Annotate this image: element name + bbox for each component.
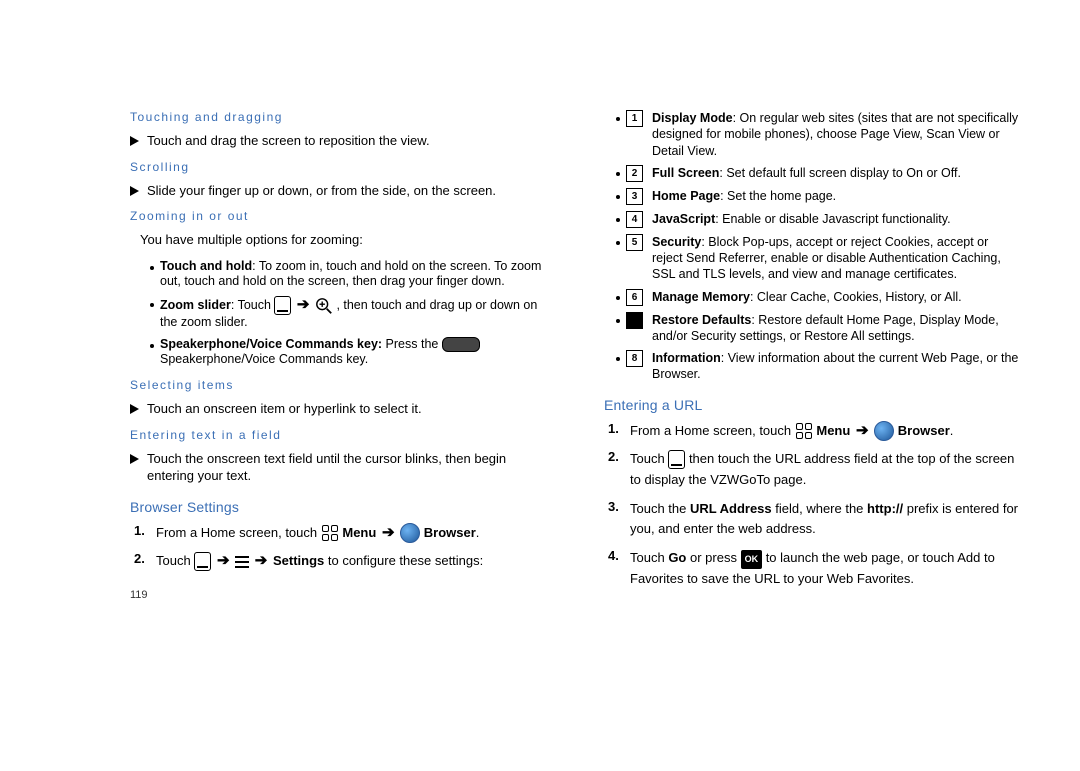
text: Slide your finger up or down, or from th…: [147, 182, 546, 200]
arrow-icon: [130, 136, 139, 146]
text: From a Home screen, touch Menu ➔ Browser…: [156, 523, 546, 544]
para-entering-text: Touch the onscreen text field until the …: [130, 450, 546, 485]
heading-touching-dragging: Touching and dragging: [130, 110, 546, 124]
setting-security: 5 Security: Block Pop-ups, accept or rej…: [616, 234, 1020, 283]
setting-manage-memory: 6 Manage Memory: Clear Cache, Cookies, H…: [616, 289, 1020, 306]
setting-javascript: 4 JavaScript: Enable or disable Javascri…: [616, 211, 1020, 228]
arrow-right-icon: ➔: [217, 552, 230, 569]
menu-grid-icon: [321, 524, 339, 542]
menu-grid-icon: [795, 422, 813, 440]
setting-restore-defaults: Restore Defaults: Restore default Home P…: [616, 312, 1020, 345]
zoom-touch-hold: Touch and hold: To zoom in, touch and ho…: [150, 259, 546, 290]
key-2-icon: 2: [626, 165, 643, 182]
bullet-icon: [616, 357, 620, 361]
url-step2: 2. Touch then touch the URL address fiel…: [608, 449, 1020, 491]
bullet-icon: [616, 117, 620, 121]
key-4-icon: 4: [626, 211, 643, 228]
right-column: 1 Display Mode: On regular web sites (si…: [604, 110, 1020, 601]
text: Touch the onscreen text field until the …: [147, 450, 546, 485]
page-content: Touching and dragging Touch and drag the…: [0, 0, 1080, 621]
heading-scrolling: Scrolling: [130, 160, 546, 174]
step-number: 1.: [608, 421, 624, 436]
bullet-icon: [616, 172, 620, 176]
bullet-icon: [150, 303, 154, 307]
step-number: 3.: [608, 499, 624, 514]
step-number: 2.: [134, 551, 150, 566]
key-3-icon: 3: [626, 188, 643, 205]
setting-full-screen: 2 Full Screen: Set default full screen d…: [616, 165, 1020, 182]
settings-list: 1 Display Mode: On regular web sites (si…: [616, 110, 1020, 383]
key-black-icon: [626, 312, 643, 329]
heading-entering-url: Entering a URL: [604, 397, 1020, 413]
bullet-icon: [616, 319, 620, 323]
setting-information: 8 Information: View information about th…: [616, 350, 1020, 383]
text: Touch then touch the URL address field a…: [630, 449, 1020, 491]
key-6-icon: 6: [626, 289, 643, 306]
globe-icon: [400, 523, 420, 543]
text: Speakerphone/Voice Commands key: Press t…: [160, 337, 546, 368]
text: Zoom slider: Touch ➔ , then touch and dr…: [160, 296, 546, 331]
zoom-options: Touch and hold: To zoom in, touch and ho…: [150, 259, 546, 368]
text: Touch Go or press OK to launch the web p…: [630, 548, 1020, 590]
ok-key-icon: OK: [741, 550, 763, 568]
zoom-speakerphone: Speakerphone/Voice Commands key: Press t…: [150, 337, 546, 368]
step-number: 4.: [608, 548, 624, 563]
hamburger-icon: [235, 556, 249, 568]
text: From a Home screen, touch Menu ➔ Browser…: [630, 421, 1020, 442]
page-number: 119: [130, 589, 546, 601]
bullet-icon: [616, 195, 620, 199]
bullet-icon: [150, 344, 154, 348]
step-number: 1.: [134, 523, 150, 538]
heading-browser-settings: Browser Settings: [130, 499, 546, 515]
key-8-icon: 8: [626, 350, 643, 367]
arrow-icon: [130, 186, 139, 196]
text: Touch an onscreen item or hyperlink to s…: [147, 400, 546, 418]
key-5-icon: 5: [626, 234, 643, 251]
magnify-plus-icon: [315, 297, 333, 315]
bullet-icon: [150, 266, 154, 270]
bullet-icon: [616, 296, 620, 300]
heading-zooming: Zooming in or out: [130, 209, 546, 223]
heading-entering-text: Entering text in a field: [130, 428, 546, 442]
arrow-right-icon: ➔: [297, 296, 310, 313]
arrow-right-icon: ➔: [255, 552, 268, 569]
key-1-icon: 1: [626, 110, 643, 127]
toolbar-box-icon: [274, 296, 291, 315]
arrow-icon: [130, 454, 139, 464]
zoom-slider: Zoom slider: Touch ➔ , then touch and dr…: [150, 296, 546, 331]
para-scrolling: Slide your finger up or down, or from th…: [130, 182, 546, 200]
speakerphone-key-icon: [442, 337, 480, 352]
globe-icon: [874, 421, 894, 441]
arrow-right-icon: ➔: [382, 524, 395, 541]
para-selecting: Touch an onscreen item or hyperlink to s…: [130, 400, 546, 418]
toolbar-box-icon: [668, 450, 685, 469]
browser-settings-step1: 1. From a Home screen, touch Menu ➔ Brow…: [134, 523, 546, 544]
arrow-icon: [130, 404, 139, 414]
left-column: Touching and dragging Touch and drag the…: [130, 110, 546, 601]
bullet-icon: [616, 218, 620, 222]
heading-selecting: Selecting items: [130, 378, 546, 392]
setting-display-mode: 1 Display Mode: On regular web sites (si…: [616, 110, 1020, 159]
step-number: 2.: [608, 449, 624, 464]
browser-settings-step2: 2. Touch ➔ ➔ Settings to configure these…: [134, 551, 546, 571]
text: Touch and hold: To zoom in, touch and ho…: [160, 259, 546, 290]
text: Touch and drag the screen to reposition …: [147, 132, 546, 150]
para-zoom-intro: You have multiple options for zooming:: [140, 231, 546, 249]
text: Touch the URL Address field, where the h…: [630, 499, 1020, 541]
arrow-right-icon: ➔: [856, 422, 869, 439]
para-touch-drag: Touch and drag the screen to reposition …: [130, 132, 546, 150]
bullet-icon: [616, 241, 620, 245]
url-step1: 1. From a Home screen, touch Menu ➔ Brow…: [608, 421, 1020, 442]
url-step4: 4. Touch Go or press OK to launch the we…: [608, 548, 1020, 590]
toolbar-box-icon: [194, 552, 211, 571]
text: Touch ➔ ➔ Settings to configure these se…: [156, 551, 546, 571]
setting-home-page: 3 Home Page: Set the home page.: [616, 188, 1020, 205]
url-step3: 3. Touch the URL Address field, where th…: [608, 499, 1020, 541]
